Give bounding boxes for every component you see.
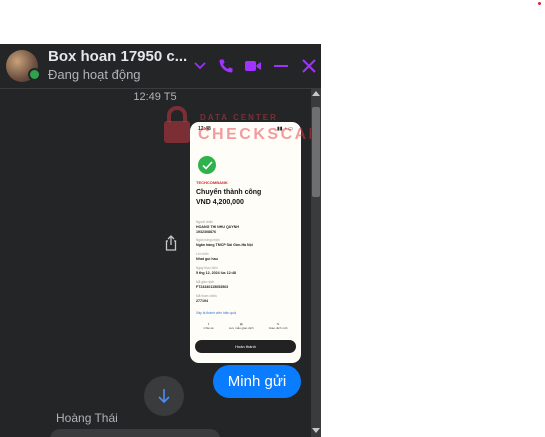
- receipt-amount: VND 4,200,000: [196, 199, 244, 206]
- field-value: 1932308876: [196, 230, 216, 234]
- save-template-action: ▤ Lưu mẫu giao dịch: [228, 322, 254, 330]
- arrow-down-icon: [158, 389, 170, 404]
- share-icon[interactable]: [162, 234, 180, 252]
- receipt-link: Xây là thành viên hiệu quả: [196, 311, 236, 315]
- scrollbar[interactable]: [311, 89, 321, 437]
- new-transaction-action: ⇆ Giao dịch mới: [268, 322, 288, 330]
- field-value: Ngân hàng TMCP Sài Gòn-Hà Nội: [196, 243, 253, 247]
- field-value: FT24340115653563: [196, 285, 229, 289]
- red-dot: [538, 2, 541, 5]
- field-value: Nhat gui hau: [196, 257, 218, 261]
- incoming-message[interactable]: [50, 429, 220, 437]
- chat-header: Box hoan 17950 c... Đang hoạt động: [0, 44, 321, 89]
- scroll-down-icon[interactable]: [312, 428, 320, 433]
- minimize-icon[interactable]: [272, 57, 290, 75]
- share-action: ⇪ Chia sẻ: [203, 322, 214, 330]
- watermark-title: CHECKSCAM.VN: [198, 126, 321, 143]
- field-label: Lời nhắn: [196, 252, 209, 256]
- phone-icon[interactable]: [217, 57, 235, 75]
- field-label: Mã tham chiếu: [196, 294, 217, 298]
- chat-status: Đang hoạt động: [48, 67, 141, 82]
- sender-name: Hoàng Thái: [56, 411, 118, 425]
- field-label: Người nhận: [196, 220, 213, 224]
- field-label: Ngân hàng nhận: [196, 238, 220, 242]
- chat-window: Box hoan 17950 c... Đang hoạt động 12:49…: [0, 44, 321, 437]
- receipt-title: Chuyển thành công: [196, 189, 262, 196]
- scroll-to-bottom-button[interactable]: [144, 376, 184, 416]
- lock-icon: [164, 105, 190, 143]
- scroll-thumb[interactable]: [312, 107, 320, 197]
- field-value: 5 thg 12, 2024 lúc 12:48: [196, 271, 236, 275]
- watermark-subtitle: DATA CENTER: [200, 113, 278, 122]
- receipt-actions: ⇪ Chia sẻ ▤ Lưu mẫu giao dịch ⇆ Giao dịch m…: [196, 322, 295, 330]
- field-value: HOANG THI NHU QUYNH: [196, 225, 239, 229]
- chat-title[interactable]: Box hoan 17950 c...: [48, 48, 187, 65]
- bank-logo: TECHCOMBANK: [196, 180, 228, 185]
- online-indicator: [28, 68, 41, 81]
- watermark: DATA CENTER CHECKSCAM.VN: [160, 101, 321, 161]
- close-icon[interactable]: [300, 57, 318, 75]
- outgoing-message[interactable]: Minh gửi: [213, 365, 301, 398]
- chevron-down-icon[interactable]: [191, 57, 209, 75]
- field-label: Ngày thực hiện: [196, 266, 218, 270]
- field-label: Mã giao dịch: [196, 280, 215, 284]
- video-icon[interactable]: [244, 57, 262, 75]
- scroll-up-icon[interactable]: [312, 91, 320, 96]
- field-value: 277194: [196, 299, 208, 303]
- done-button: Hoàn thành: [195, 340, 296, 353]
